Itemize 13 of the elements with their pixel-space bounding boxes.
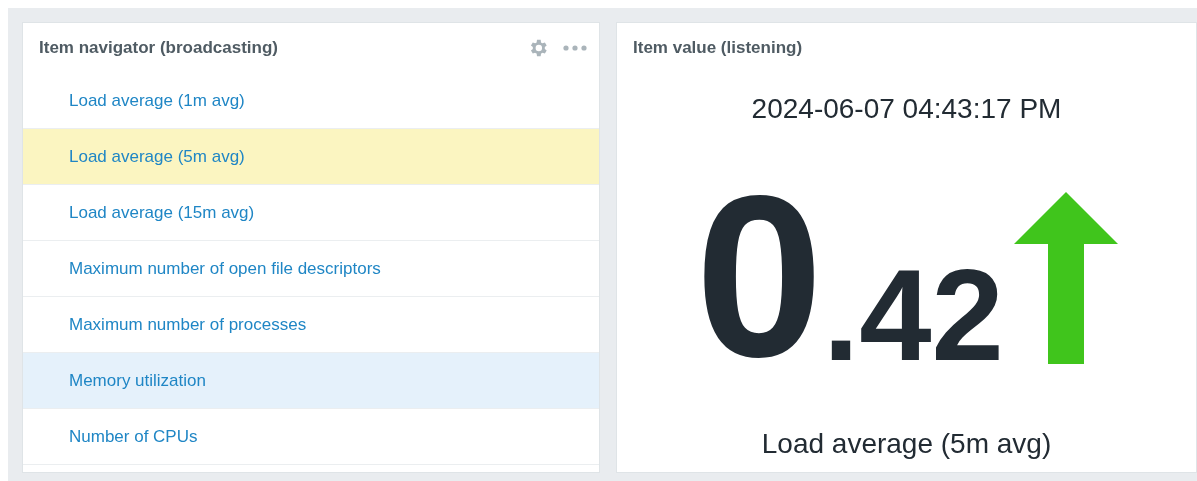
value-fraction-part: .42 (823, 265, 1004, 367)
value-integer-part: 0 (695, 187, 824, 367)
item-description: Load average (5m avg) (761, 428, 1052, 461)
navigator-item[interactable]: Memory utilization (23, 353, 599, 409)
widget-title: Item value (listening) (633, 38, 804, 58)
navigator-item[interactable]: Load average (15m avg) (23, 185, 599, 241)
value-timestamp: 2024-06-07 04:43:17 PM (751, 93, 1062, 125)
up-arrow-icon (1013, 192, 1118, 365)
navigator-item[interactable]: Maximum number of open file descriptors (23, 241, 599, 297)
navigator-item[interactable]: Load average (5m avg) (23, 129, 599, 185)
navigator-item[interactable]: Number of CPUs (23, 409, 599, 465)
more-options-icon[interactable] (563, 45, 587, 51)
widget-title: Item navigator (broadcasting) (39, 38, 279, 58)
